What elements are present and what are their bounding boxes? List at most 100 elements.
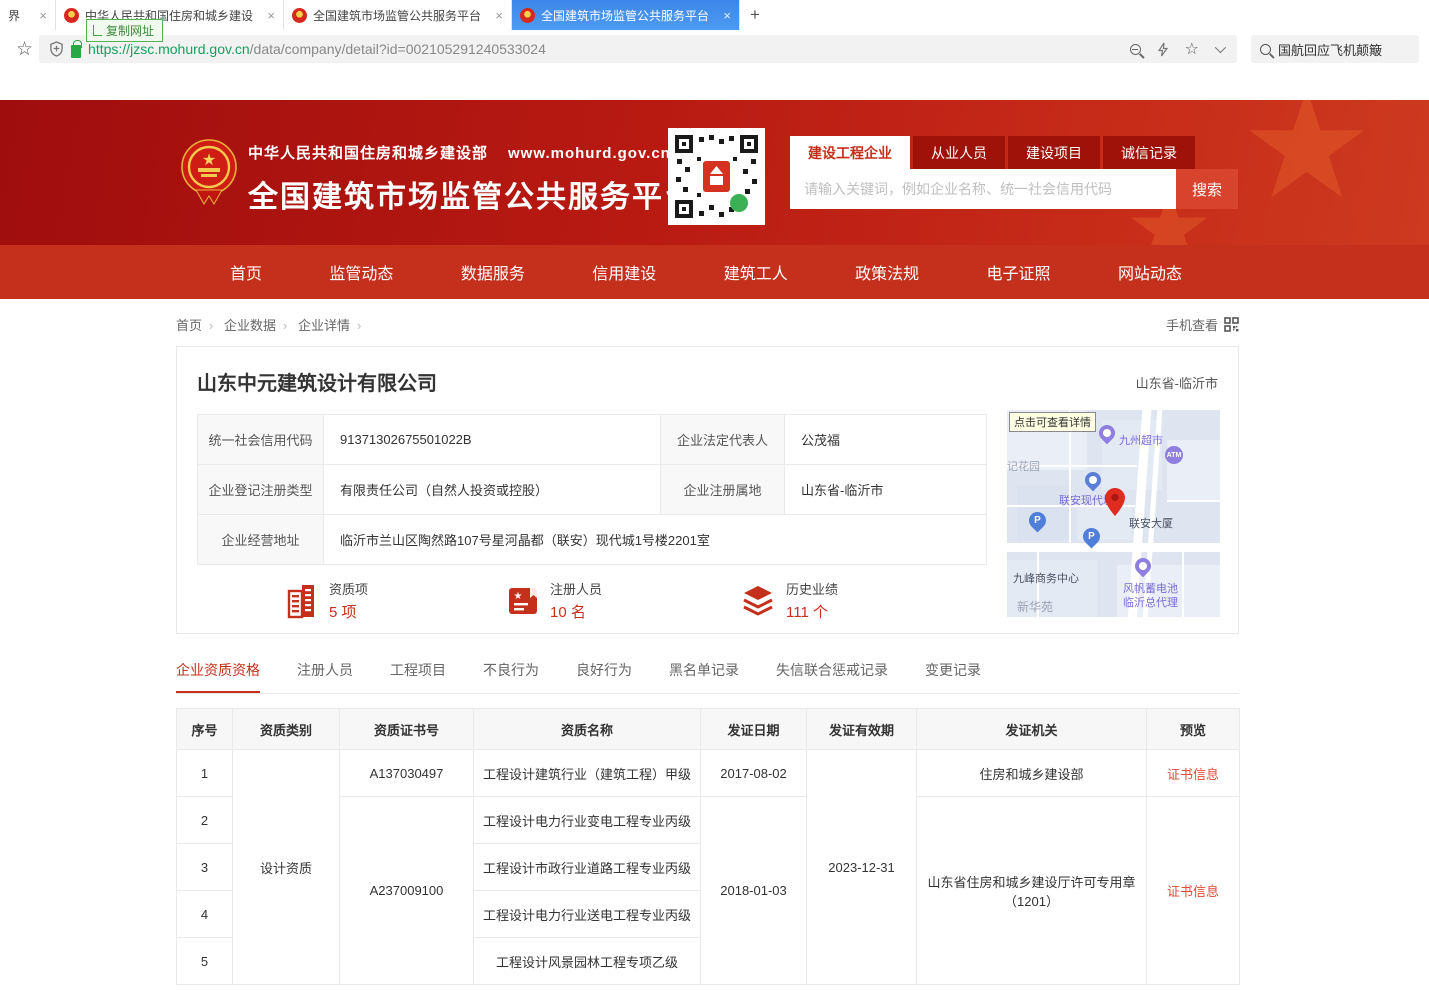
qr-code-icon bbox=[1224, 317, 1239, 332]
bookmark-star-icon[interactable]: ☆ bbox=[16, 38, 33, 61]
breadcrumb-home[interactable]: 首页 bbox=[176, 318, 202, 333]
table-row: 企业登记注册类型 有限责任公司（自然人投资或控股） 企业注册属地 山东省-临沂市 bbox=[198, 465, 987, 515]
url-bar-actions: ☆ bbox=[1130, 39, 1223, 59]
cell-qual-name: 工程设计风景园林工程专项乙级 bbox=[474, 938, 701, 985]
copy-url-tooltip-text: 复制网址 bbox=[106, 22, 154, 39]
search-tab-personnel[interactable]: 从业人员 bbox=[913, 136, 1005, 169]
tab-good-behavior[interactable]: 良好行为 bbox=[576, 660, 632, 693]
search-button[interactable]: 搜索 bbox=[1176, 169, 1238, 209]
map-tooltip: 点击可查看详情 bbox=[1009, 412, 1096, 432]
close-icon[interactable]: × bbox=[39, 8, 47, 23]
table-row: 1 设计资质 A137030497 工程设计建筑行业（建筑工程）甲级 2017-… bbox=[177, 750, 1240, 797]
detail-tabs: 企业资质资格 注册人员 工程项目 不良行为 良好行为 黑名单记录 失信联合惩戒记… bbox=[176, 660, 1239, 694]
browser-tab-jzsc-1[interactable]: 全国建筑市场监管公共服务平台 × bbox=[284, 0, 512, 30]
cell-valid-until: 2023-12-31 bbox=[807, 750, 917, 985]
nav-item-supervision[interactable]: 监管动态 bbox=[329, 260, 393, 284]
mobile-view-link[interactable]: 手机查看 bbox=[1166, 315, 1239, 334]
shield-permissions-icon[interactable] bbox=[49, 41, 64, 57]
reg-area-value: 山东省-临沂市 bbox=[785, 465, 987, 515]
search-tab-project[interactable]: 建设项目 bbox=[1008, 136, 1100, 169]
tab-projects[interactable]: 工程项目 bbox=[390, 660, 446, 693]
lightning-extension-icon[interactable] bbox=[1157, 42, 1169, 57]
nav-item-e-license[interactable]: 电子证照 bbox=[987, 260, 1051, 284]
cell-cert-no: A237009100 bbox=[340, 797, 474, 985]
cell-authority: 住房和城乡建设部 bbox=[917, 750, 1147, 797]
search-category-tabs: 建设工程企业 从业人员 建设项目 诚信记录 bbox=[790, 136, 1238, 169]
browser-tab-jzsc-active[interactable]: 全国建筑市场监管公共服务平台 × bbox=[512, 0, 740, 30]
close-icon[interactable]: × bbox=[495, 8, 503, 23]
qualification-table: 序号 资质类别 资质证书号 资质名称 发证日期 发证有效期 发证机关 预览 1 … bbox=[176, 708, 1240, 985]
breadcrumb-company-detail[interactable]: 企业详情 bbox=[298, 318, 350, 333]
company-location-map[interactable]: 点击可查看详情 九州超市 ATM 记花园 联安现代城 联安大厦 P P 九峰商务… bbox=[1007, 410, 1220, 617]
legal-rep-label: 企业法定代表人 bbox=[661, 415, 785, 465]
tab-enterprise-qualification[interactable]: 企业资质资格 bbox=[176, 660, 260, 693]
address-value: 临沂市兰山区陶然路107号星河晶都（联安）现代城1号楼2201室 bbox=[324, 515, 987, 565]
address-label: 企业经营地址 bbox=[198, 515, 324, 565]
nav-item-site-news[interactable]: 网站动态 bbox=[1118, 260, 1182, 284]
col-qual-name: 资质名称 bbox=[474, 709, 701, 750]
reg-type-value: 有限责任公司（自然人投资或控股） bbox=[324, 465, 661, 515]
search-tab-credit[interactable]: 诚信记录 bbox=[1103, 136, 1195, 169]
stat-registered-personnel[interactable]: ★ 注册人员 10 名 bbox=[506, 579, 602, 622]
layers-icon bbox=[740, 584, 776, 618]
company-summary-card: 山东中元建筑设计有限公司 山东省-临沂市 统一社会信用代码 9137130267… bbox=[176, 346, 1239, 634]
stat-value: 111 个 bbox=[786, 601, 838, 622]
site-favicon-icon bbox=[292, 8, 307, 23]
table-row: 企业经营地址 临沂市兰山区陶然路107号星河晶都（联安）现代城1号楼2201室 bbox=[198, 515, 987, 565]
nav-item-credit[interactable]: 信用建设 bbox=[592, 260, 656, 284]
reg-type-label: 企业登记注册类型 bbox=[198, 465, 324, 515]
stat-label: 历史业绩 bbox=[786, 579, 838, 598]
certificate-info-link[interactable]: 证书信息 bbox=[1167, 767, 1219, 782]
chevron-down-icon[interactable] bbox=[1215, 42, 1226, 53]
tab-bad-behavior[interactable]: 不良行为 bbox=[483, 660, 539, 693]
header-search-module: 建设工程企业 从业人员 建设项目 诚信记录 搜索 bbox=[790, 136, 1238, 209]
quick-search-box[interactable]: 国航回应飞机颠簸 bbox=[1251, 35, 1419, 63]
favorite-star-icon[interactable]: ☆ bbox=[1185, 39, 1199, 59]
tab-dishonesty-record[interactable]: 失信联合惩戒记录 bbox=[776, 660, 888, 693]
cell-category: 设计资质 bbox=[233, 750, 340, 985]
nav-item-policy[interactable]: 政策法规 bbox=[855, 260, 919, 284]
cell-seq: 1 bbox=[177, 750, 233, 797]
ministry-website[interactable]: www.mohurd.gov.cn bbox=[508, 145, 671, 162]
cell-seq: 2 bbox=[177, 797, 233, 844]
parking-icon: P bbox=[1025, 508, 1049, 532]
breadcrumb-company-data[interactable]: 企业数据 bbox=[224, 318, 276, 333]
flag-star-decoration: ★ bbox=[1240, 100, 1374, 220]
url-text[interactable]: https://jzsc.mohurd.gov.cn/data/company/… bbox=[88, 41, 546, 57]
cell-qual-name: 工程设计电力行业变电工程专业丙级 bbox=[474, 797, 701, 844]
col-seq: 序号 bbox=[177, 709, 233, 750]
nav-item-data-service[interactable]: 数据服务 bbox=[461, 260, 525, 284]
browser-tab-partial[interactable]: 界 × bbox=[0, 0, 56, 30]
tab-registered-personnel[interactable]: 注册人员 bbox=[297, 660, 353, 693]
new-tab-button[interactable]: + bbox=[740, 0, 770, 30]
close-icon[interactable]: × bbox=[267, 8, 275, 23]
search-tab-enterprise[interactable]: 建设工程企业 bbox=[790, 136, 910, 169]
nav-item-home[interactable]: 首页 bbox=[230, 260, 262, 284]
svg-text:★: ★ bbox=[202, 152, 216, 169]
browser-url-bar: ☆ https://jzsc.mohurd.gov.cn/data/compan… bbox=[0, 30, 1429, 68]
tab-change-record[interactable]: 变更记录 bbox=[925, 660, 981, 693]
cell-seq: 4 bbox=[177, 891, 233, 938]
tab-title: 界 bbox=[8, 7, 33, 24]
breadcrumb-row: 首页› 企业数据› 企业详情› 手机查看 bbox=[176, 315, 1239, 334]
ministry-name: 中华人民共和国住房和城乡建设部 bbox=[248, 142, 488, 163]
map-label-business-center: 九峰商务中心 bbox=[1013, 570, 1079, 586]
cell-seq: 5 bbox=[177, 938, 233, 985]
certificate-info-link[interactable]: 证书信息 bbox=[1167, 884, 1219, 899]
browser-tab-bar: 界 × 中华人民共和国住房和城乡建设 × 全国建筑市场监管公共服务平台 × 全国… bbox=[0, 0, 1429, 30]
stat-value: 10 名 bbox=[550, 601, 602, 622]
stat-qualifications[interactable]: 资质项 5 项 bbox=[285, 579, 368, 622]
breadcrumb: 首页› 企业数据› 企业详情› bbox=[176, 315, 368, 334]
close-icon[interactable]: × bbox=[723, 8, 731, 23]
nav-item-workers[interactable]: 建筑工人 bbox=[724, 260, 788, 284]
cell-qual-name: 工程设计建筑行业（建筑工程）甲级 bbox=[474, 750, 701, 797]
tab-blacklist[interactable]: 黑名单记录 bbox=[669, 660, 739, 693]
stat-historical-performance[interactable]: 历史业绩 111 个 bbox=[740, 579, 838, 622]
location-pin-icon bbox=[1105, 488, 1125, 516]
keyword-search-input[interactable] bbox=[790, 169, 1176, 209]
zoom-out-icon[interactable] bbox=[1130, 44, 1141, 55]
cell-seq: 3 bbox=[177, 844, 233, 891]
url-field[interactable]: https://jzsc.mohurd.gov.cn/data/company/… bbox=[39, 35, 1237, 63]
copy-url-tooltip: 复制网址 bbox=[86, 19, 163, 42]
copy-icon bbox=[93, 25, 102, 36]
